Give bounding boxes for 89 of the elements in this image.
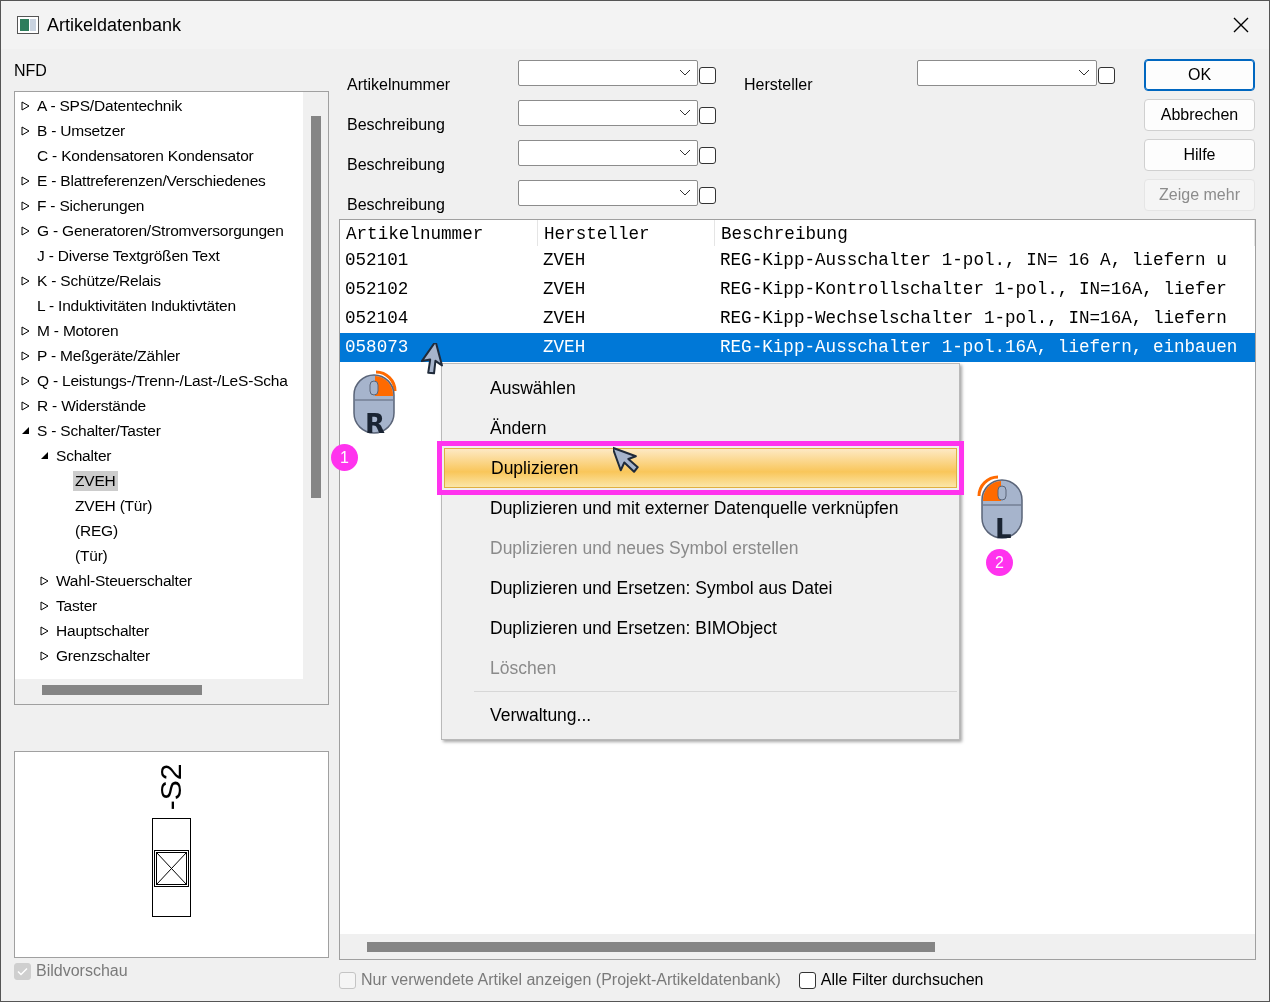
collapsed-triangle-icon[interactable]: [40, 625, 49, 636]
mouse-button-label: R: [365, 409, 386, 439]
checkbox[interactable]: [699, 186, 716, 204]
dialog-button[interactable]: Hilfe: [1144, 139, 1255, 171]
table-cell: REG-Kipp-Ausschalter 1-pol.16A, liefern, einbauen: [715, 333, 1255, 362]
collapsed-triangle-icon[interactable]: [21, 100, 30, 111]
menu-item[interactable]: Auswählen: [444, 368, 957, 408]
collapsed-triangle-icon[interactable]: [40, 575, 49, 586]
horizontal-scrollbar[interactable]: [340, 934, 1255, 959]
tree-item[interactable]: C - Kondensatoren Kondensator: [35, 145, 256, 166]
collapsed-triangle-icon[interactable]: [21, 125, 30, 136]
table-cell-text: REG-Kipp-Wechselschalter 1-pol., IN=16A, liefern: [719, 307, 1228, 330]
table-cell: 058073: [340, 333, 538, 362]
table-cell-text: ZVEH: [542, 278, 587, 301]
filter-label: Beschreibung: [347, 156, 446, 174]
checkbox[interactable]: [699, 66, 716, 84]
checkmark-icon: [17, 966, 28, 976]
tree-item[interactable]: F - Sicherungen: [35, 195, 147, 216]
collapsed-triangle-icon[interactable]: [21, 175, 30, 186]
filter-label: Beschreibung: [347, 196, 446, 214]
collapsed-triangle-icon[interactable]: [21, 225, 30, 236]
mouse-button-label: L: [995, 514, 1012, 544]
dropdown-field[interactable]: [917, 60, 1097, 86]
tree-item[interactable]: R - Widerstände: [35, 395, 148, 416]
menu-item[interactable]: Duplizieren und Ersetzen: Symbol aus Datei: [444, 568, 957, 608]
tree-item[interactable]: (Tür): [73, 545, 110, 566]
filter-label: Beschreibung: [347, 116, 446, 134]
column-header[interactable]: Beschreibung: [715, 220, 1255, 246]
tree-item[interactable]: ZVEH: [73, 470, 118, 491]
dropdown-field[interactable]: [518, 60, 698, 86]
tree-item[interactable]: L - Induktivitäten Induktivtäten: [35, 295, 238, 316]
checkbox[interactable]: [1098, 66, 1115, 84]
tree-item[interactable]: Grenzschalter: [54, 645, 152, 666]
filter-label: Hersteller: [744, 76, 814, 94]
tree-item[interactable]: Hauptschalter: [54, 620, 152, 641]
tree-item[interactable]: P - Meßgeräte/Zähler: [35, 345, 183, 366]
step-badge: 1: [331, 444, 358, 471]
column-header[interactable]: Hersteller: [538, 220, 715, 246]
menu-item[interactable]: Verwaltung...: [444, 695, 957, 735]
tree-item[interactable]: G - Generatoren/Stromversorgungen: [35, 220, 286, 241]
collapsed-triangle-icon[interactable]: [40, 650, 49, 661]
expanded-triangle-icon[interactable]: [21, 426, 30, 435]
table-cell-text: REG-Kipp-Kontrollschalter 1-pol., IN=16A, liefer: [719, 278, 1228, 301]
designation-label: -S2: [154, 763, 189, 811]
menu-item[interactable]: Duplizieren und Ersetzen: BIMObject: [444, 608, 957, 648]
app-icon: [17, 16, 39, 34]
checkbox[interactable]: [699, 106, 716, 124]
collapsed-triangle-icon[interactable]: [21, 350, 30, 361]
tree-item[interactable]: B - Umsetzer: [35, 120, 128, 141]
tree-item[interactable]: Q - Leistungs-/Trenn-/Last-/LeS-Scha: [35, 370, 290, 391]
menu-item[interactable]: Duplizieren und mit externer Datenquelle verknüpfen: [444, 488, 957, 528]
collapsed-triangle-icon[interactable]: [21, 275, 30, 286]
tree-item[interactable]: S - Schalter/Taster: [35, 420, 163, 441]
table-cell-text: 052101: [344, 249, 410, 272]
collapsed-triangle-icon[interactable]: [21, 400, 30, 411]
table-cell-text: 052104: [344, 307, 410, 330]
tree-item[interactable]: Wahl-Steuerschalter: [54, 570, 195, 591]
tree-item[interactable]: ZVEH (Tür): [73, 495, 155, 516]
collapsed-triangle-icon[interactable]: [21, 325, 30, 336]
filter-label: Artikelnummer: [347, 76, 452, 94]
expanded-triangle-icon[interactable]: [40, 451, 49, 460]
checkbox[interactable]: Alle Filter durchsuchen: [798, 971, 984, 989]
tree-label: NFD: [14, 61, 48, 81]
window-title: Artikeldatenbank: [47, 14, 182, 36]
table-cell: ZVEH: [538, 333, 715, 362]
collapsed-triangle-icon[interactable]: [21, 200, 30, 211]
collapsed-triangle-icon[interactable]: [21, 375, 30, 386]
tree-item[interactable]: E - Blattreferenzen/Verschiedenes: [35, 170, 268, 191]
table-cell-text: ZVEH: [542, 249, 587, 272]
tree-item[interactable]: J - Diverse Textgrößen Text: [35, 245, 222, 266]
dropdown-field[interactable]: [518, 140, 698, 166]
table-cell-text: 052102: [344, 278, 410, 301]
table-cell-text: REG-Kipp-Ausschalter 1-pol., IN= 16 A, liefern u: [719, 249, 1228, 272]
dialog-button[interactable]: Abbrechen: [1144, 99, 1255, 131]
tree-item[interactable]: K - Schütze/Relais: [35, 270, 163, 291]
close-icon[interactable]: [1233, 17, 1249, 33]
tree-item[interactable]: Schalter: [54, 445, 114, 466]
dropdown-field[interactable]: [518, 100, 698, 126]
collapsed-triangle-icon[interactable]: [40, 600, 49, 611]
tree-item[interactable]: (REG): [73, 520, 120, 541]
column-header[interactable]: Artikelnummer: [340, 220, 538, 246]
dialog-button[interactable]: OK: [1144, 59, 1255, 91]
dropdown-field[interactable]: [518, 180, 698, 206]
tree-item[interactable]: M - Motoren: [35, 320, 121, 341]
tree-item[interactable]: A - SPS/Datentechnik: [35, 95, 185, 116]
table-cell-text: ZVEH: [542, 307, 587, 330]
checkbox[interactable]: [699, 146, 716, 164]
tree-item[interactable]: Taster: [54, 595, 99, 616]
menu-item[interactable]: Ändern: [444, 408, 957, 448]
